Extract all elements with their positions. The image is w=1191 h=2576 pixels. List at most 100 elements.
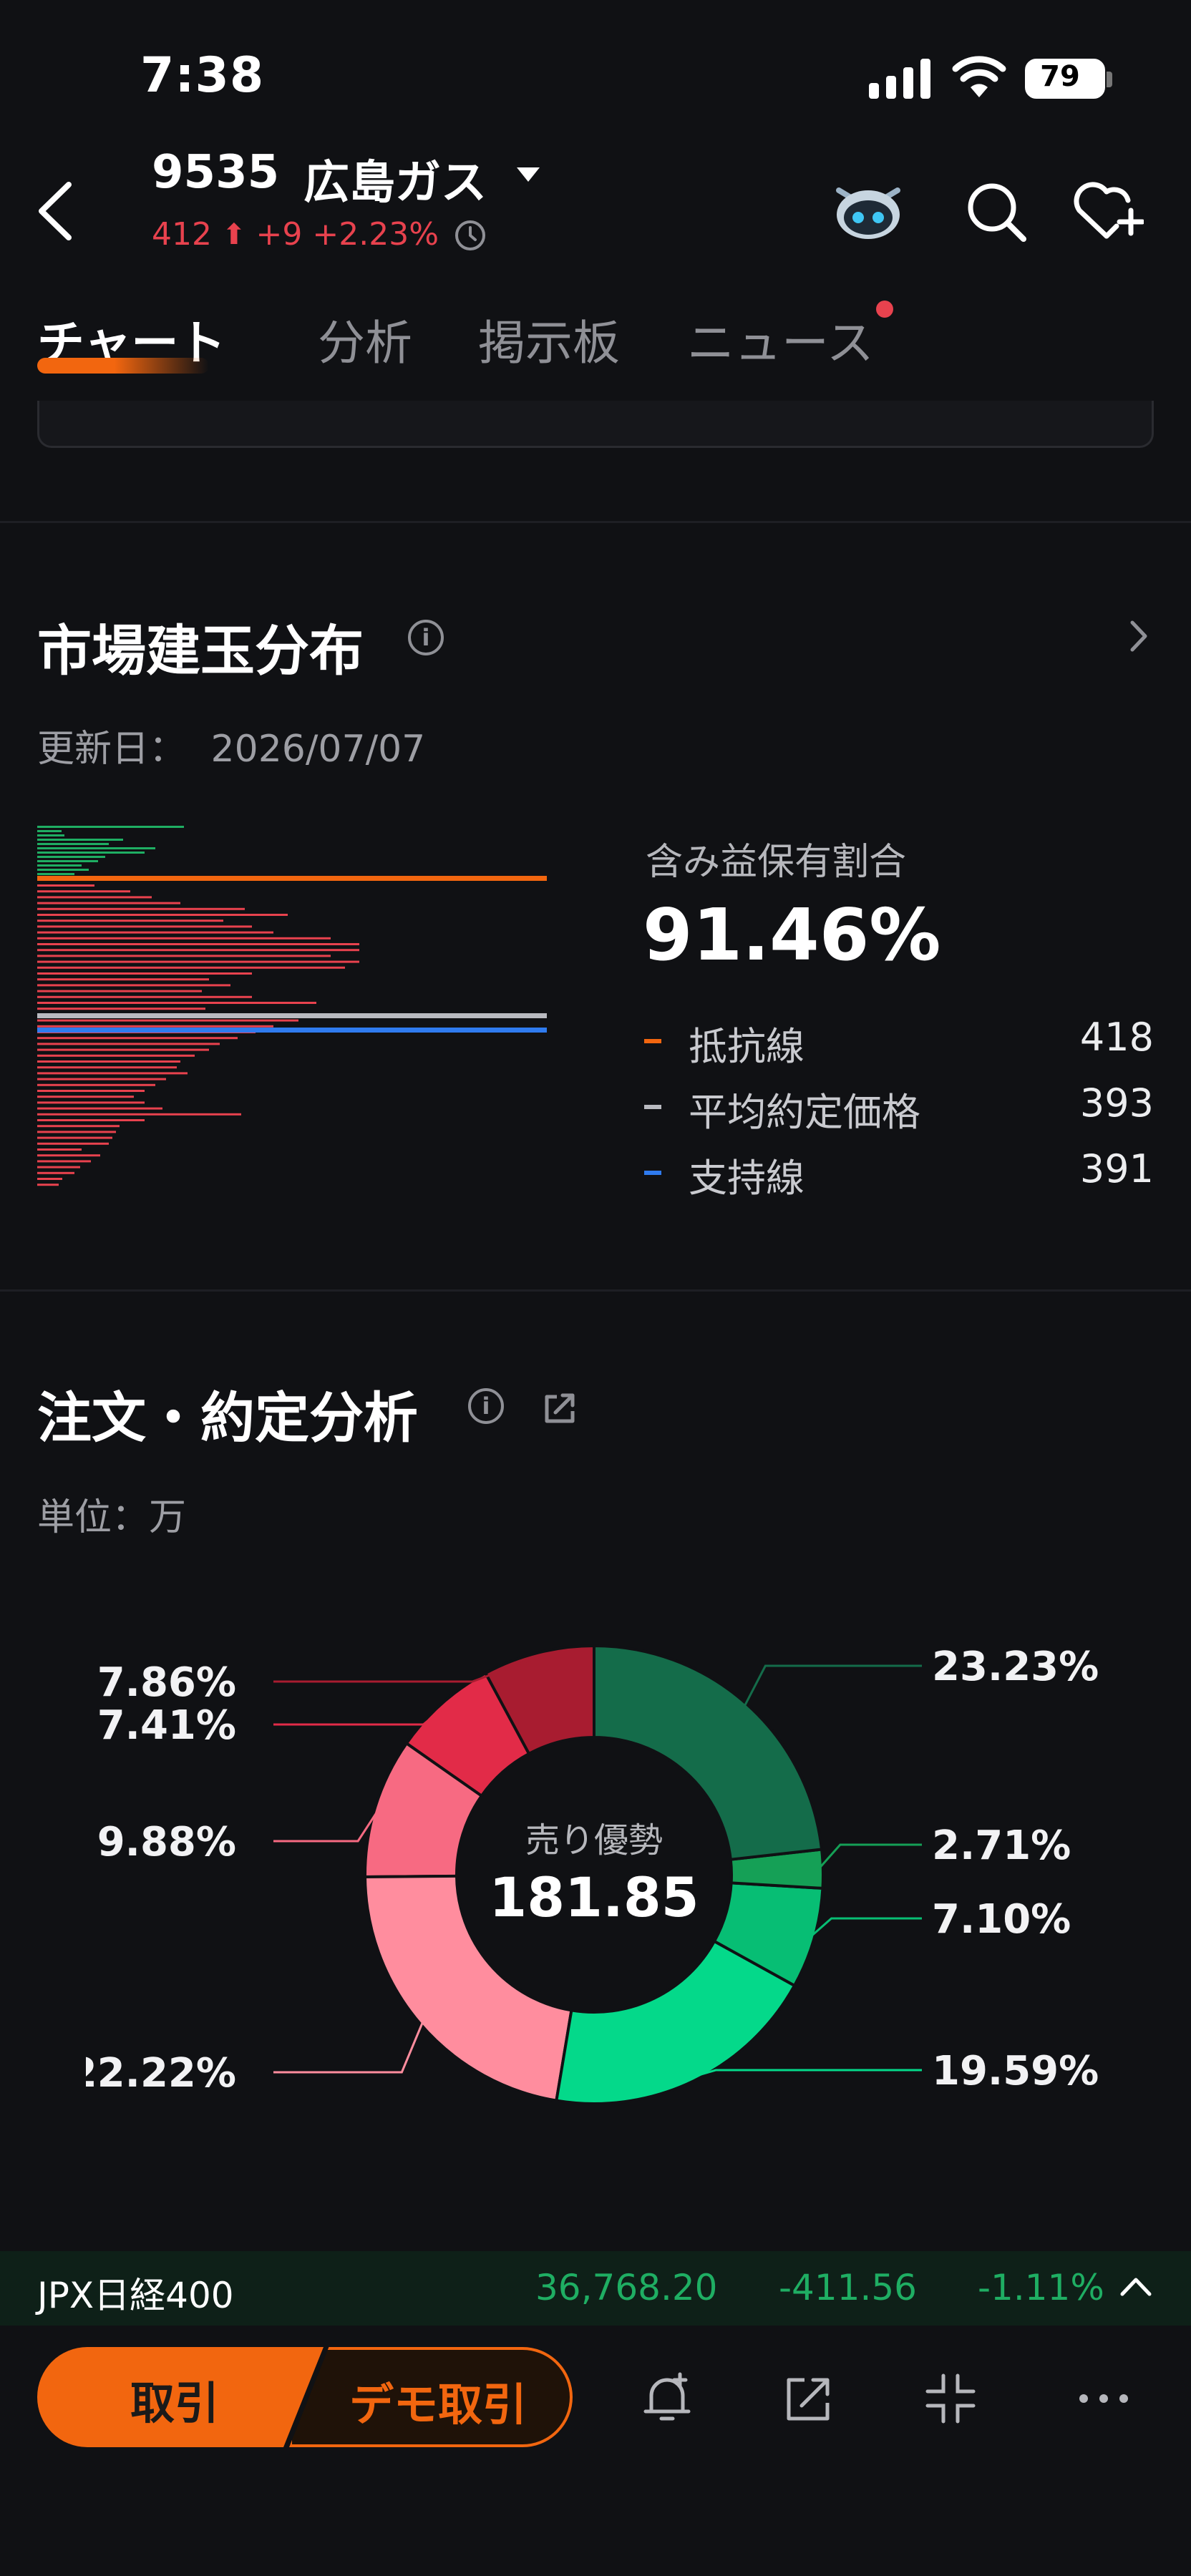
legend-value: 418: [1079, 1015, 1154, 1060]
index-ticker-bar[interactable]: JPX日経400 36,768.20 -411.56 -1.11%: [0, 2251, 1191, 2326]
position-bar: [37, 834, 64, 836]
stock-change-pct: +2.23%: [312, 216, 439, 253]
position-bar: [37, 843, 109, 845]
dropdown-caret-icon[interactable]: [517, 167, 540, 182]
bottom-toolbar: 取引 デモ取引: [0, 2326, 1191, 2576]
stock-name[interactable]: 広島ガス: [303, 146, 487, 212]
position-bar: [37, 1072, 188, 1075]
up-arrow-icon: ⬆: [221, 218, 246, 251]
slice-label: 19.59%: [932, 2048, 1099, 2094]
battery-icon: 79: [1025, 59, 1112, 99]
position-bar: [37, 1090, 145, 1092]
add-favorite-heart-icon[interactable]: [1069, 179, 1144, 243]
position-bar: [37, 902, 180, 904]
position-bar: [37, 884, 94, 887]
position-bar: [37, 955, 331, 957]
tab-analysis[interactable]: 分析: [318, 305, 412, 374]
battery-level: 79: [1040, 60, 1080, 93]
previous-card-bottom: [37, 401, 1154, 448]
position-bar: [37, 873, 74, 875]
slice-label: 7.10%: [932, 1896, 1071, 1943]
tab-bar: チャート 分析 掲示板 ニュース: [37, 301, 1182, 391]
active-tab-indicator: [37, 358, 209, 374]
slice-label: 22.22%: [86, 2050, 236, 2097]
unit-label: 単位：万: [37, 1496, 187, 1539]
wifi-icon: [952, 56, 1006, 97]
leader-line: [691, 2069, 922, 2079]
more-options-icon[interactable]: [1075, 2370, 1132, 2427]
resistance-line: [37, 876, 547, 881]
stock-change: +9: [256, 216, 303, 253]
position-bar: [37, 896, 152, 899]
position-bar: [37, 972, 252, 975]
ai-assistant-icon[interactable]: [832, 176, 905, 243]
market-position-title: 市場建玉分布: [37, 619, 364, 683]
share-icon[interactable]: [541, 1390, 578, 1425]
back-arrow-icon[interactable]: [34, 179, 77, 243]
position-bar: [37, 890, 130, 893]
position-bar: [37, 1125, 120, 1128]
demo-trade-button-label: デモ取引: [349, 2379, 528, 2431]
legend-swatch-gray: [644, 1105, 661, 1109]
stock-quote: 412 ⬆ +9 +2.23%: [152, 216, 439, 253]
chevron-up-icon[interactable]: [1119, 2274, 1152, 2298]
stock-price: 412: [152, 216, 212, 253]
legend-label: 平均約定価格: [689, 1090, 920, 1135]
position-bar: [37, 949, 359, 952]
position-bar: [37, 1048, 209, 1051]
slice-label: 23.23%: [932, 1644, 1099, 1690]
slice-label: 9.88%: [97, 1819, 236, 1865]
position-bar: [37, 1078, 166, 1080]
position-bar: [37, 907, 245, 910]
profit-ratio-value: 91.46%: [643, 893, 941, 977]
stock-ticker[interactable]: 9535: [152, 146, 279, 199]
cellular-signal-icon: [869, 59, 930, 99]
position-bar: [37, 943, 359, 945]
position-bar: [37, 1066, 177, 1069]
legend-resistance: 抵抗線 418: [644, 1015, 1154, 1069]
position-bar: [37, 830, 62, 832]
position-bar: [37, 1136, 112, 1139]
demo-trade-button[interactable]: デモ取引: [289, 2347, 573, 2447]
position-bar: [37, 919, 223, 922]
share-icon[interactable]: [780, 2370, 837, 2427]
info-icon[interactable]: i: [468, 1388, 504, 1424]
position-bar: [37, 995, 252, 998]
legend-swatch-orange: [644, 1039, 661, 1043]
legend-value: 393: [1079, 1080, 1154, 1126]
position-bar: [37, 937, 331, 940]
position-bar: [37, 978, 209, 981]
tab-news[interactable]: ニュース: [687, 305, 874, 374]
tab-board[interactable]: 掲示板: [478, 305, 620, 374]
position-bar: [37, 1142, 109, 1145]
position-bar: [37, 1037, 238, 1040]
slice-label: 7.86%: [97, 1659, 236, 1706]
position-bar: [37, 860, 98, 862]
order-analysis-title: 注文・約定分析: [37, 1386, 418, 1450]
leader-line: [273, 1807, 381, 1843]
position-bar: [37, 1096, 134, 1098]
position-bar: [37, 852, 145, 854]
trade-button[interactable]: 取引: [37, 2347, 324, 2447]
price-alert-bell-icon[interactable]: [638, 2370, 696, 2427]
slice-label: 7.41%: [97, 1702, 236, 1749]
search-icon[interactable]: [963, 179, 1028, 243]
leader-line: [273, 1706, 446, 1726]
position-bar: [37, 1060, 180, 1063]
clock-icon: [455, 220, 485, 250]
legend-label: 抵抗線: [689, 1024, 804, 1069]
position-distribution-bars: [37, 826, 547, 1186]
info-icon[interactable]: i: [408, 620, 444, 655]
position-bar: [37, 1043, 220, 1045]
position-bar: [37, 1166, 80, 1169]
position-bar: [37, 1184, 59, 1186]
position-bar: [37, 990, 202, 992]
legend-average-price: 平均約定価格 393: [644, 1080, 1154, 1135]
profit-ratio-label: 含み益保有割合: [646, 841, 907, 884]
position-bar: [37, 1008, 205, 1010]
index-name: JPX日経400: [37, 2275, 234, 2316]
chevron-right-icon[interactable]: [1128, 618, 1149, 654]
position-bar: [37, 1148, 82, 1151]
position-bar: [37, 1101, 145, 1104]
collapse-icon[interactable]: [922, 2370, 979, 2427]
